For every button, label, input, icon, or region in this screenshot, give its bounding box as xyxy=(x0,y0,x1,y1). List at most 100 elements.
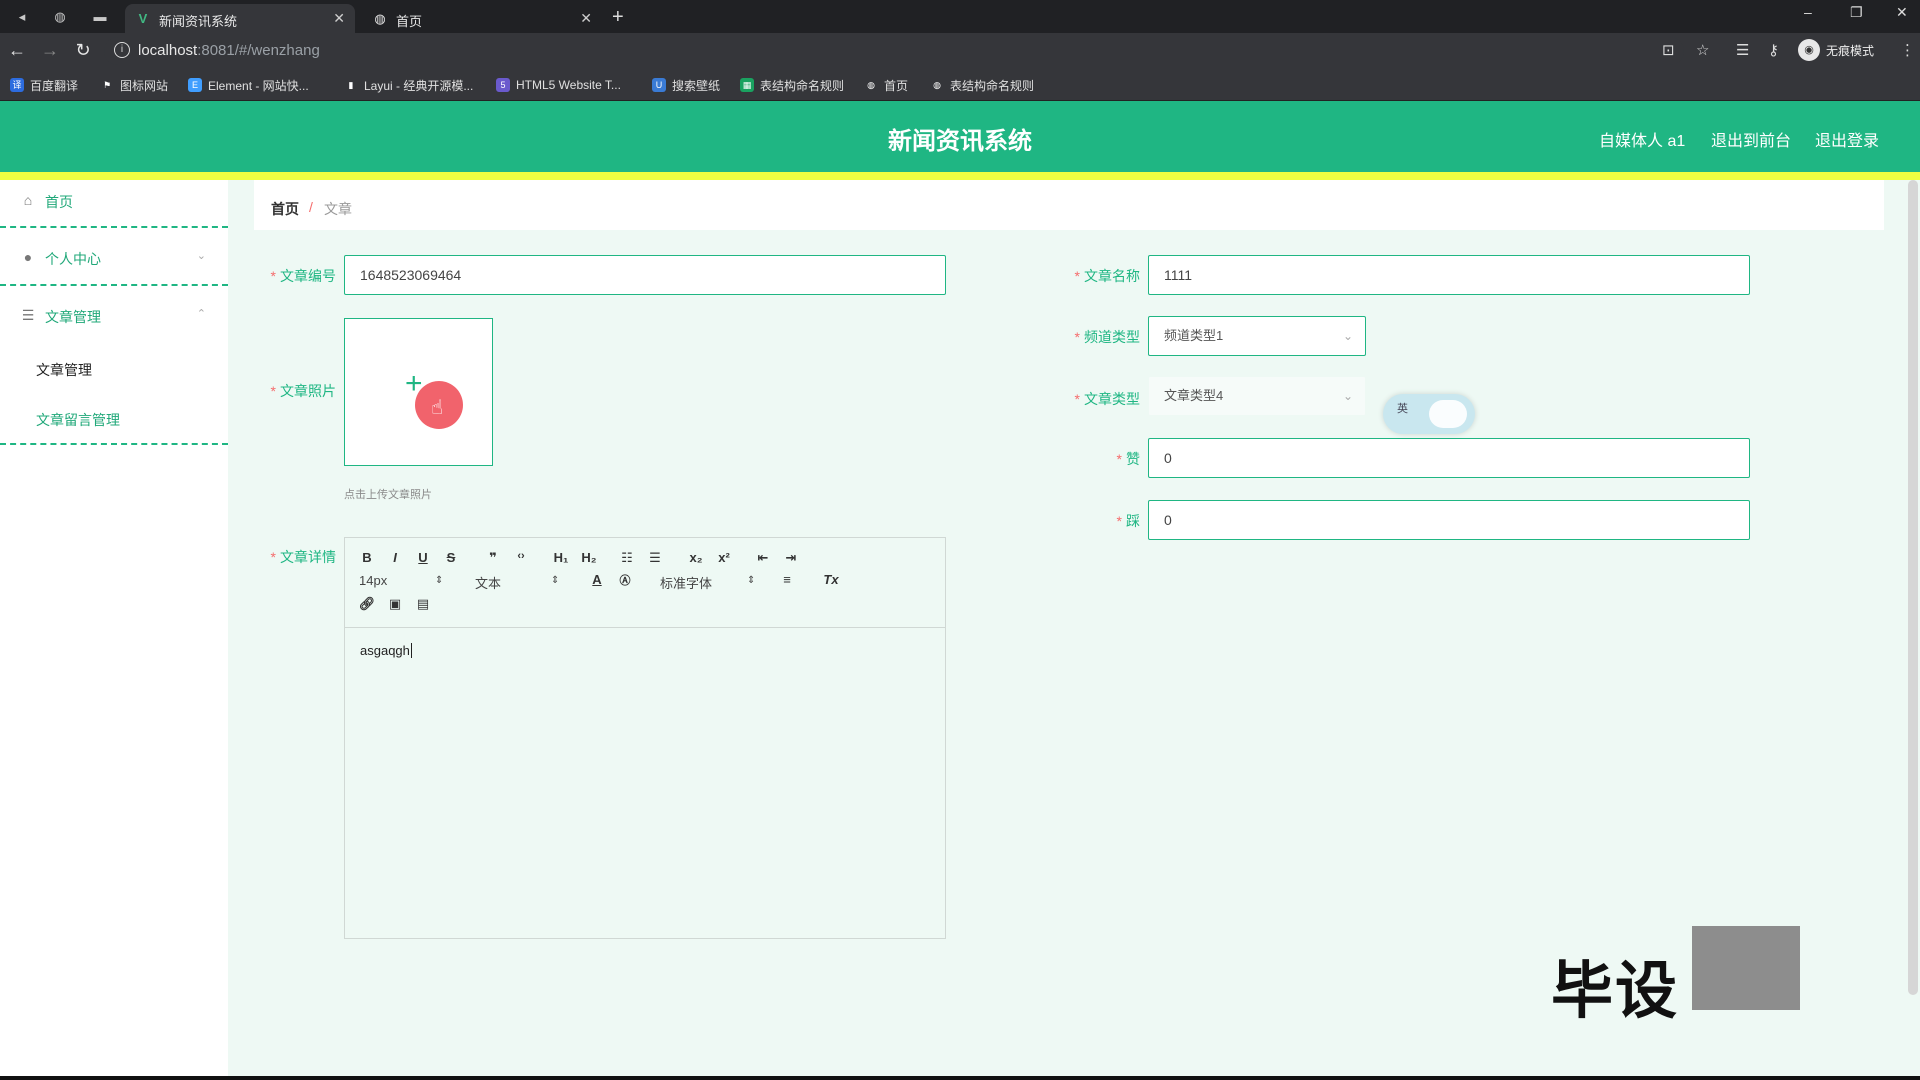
restore-icon[interactable]: ❐ xyxy=(1850,4,1863,21)
blockquote-icon[interactable]: ❞ xyxy=(483,550,503,566)
bookmark-item[interactable]: 译百度翻译 xyxy=(10,77,78,93)
globe-icon[interactable]: ◍ xyxy=(50,7,70,27)
ordered-list-icon[interactable]: ☷ xyxy=(617,550,637,566)
bookmark-item[interactable]: ▮ Layui - 经典开源模... xyxy=(344,77,474,93)
sidebar-item-label: 文章管理 xyxy=(45,309,101,325)
new-tab-button[interactable]: + xyxy=(612,6,624,29)
browser-tab-bar: ◂ ◍ ▬ V 新闻资讯系统 ✕ ◍ 首页 ✕ + – ❐ ✕ xyxy=(0,0,1920,33)
ime-indicator[interactable]: 英 xyxy=(1383,394,1475,434)
bookmarks-bar: 译百度翻译 ⚑ 图标网站 E Element - 网站快... ▮ Layui - 经… xyxy=(0,69,1920,101)
image-icon[interactable]: ▣ xyxy=(385,596,405,612)
sidebar-item-personal[interactable]: ● 个人中心 ⌄ xyxy=(0,249,228,305)
audio-icon[interactable]: ◂ xyxy=(12,7,32,27)
photo-upload[interactable]: + ☝ xyxy=(344,318,493,466)
h1-icon[interactable]: H₁ xyxy=(549,550,573,565)
detail-label: * 文章详情 xyxy=(270,549,336,565)
breadcrumb-current: 文章 xyxy=(324,201,352,217)
bookmark-item[interactable]: 5 HTML5 Website T... xyxy=(496,77,621,93)
font-color-icon[interactable]: A xyxy=(587,572,607,587)
chevron-down-icon: ⌄ xyxy=(1342,329,1353,343)
article-no-input[interactable]: 1648523069464 xyxy=(344,255,946,295)
hand-cursor-icon: ☝ xyxy=(431,397,444,419)
superscript-icon[interactable]: x² xyxy=(713,550,735,565)
sidebar-item-home[interactable]: ⌂ 首页 xyxy=(0,192,228,248)
breadcrumb-separator: / xyxy=(309,199,313,215)
reading-list-icon[interactable]: ☰ xyxy=(1736,41,1749,59)
forward-icon[interactable]: → xyxy=(39,40,61,61)
bookmark-star-icon[interactable]: ☆ xyxy=(1696,41,1709,59)
font-family-select[interactable]: 标准字体 ⇕ xyxy=(660,573,755,592)
submenu-item-comments[interactable]: 文章留言管理 xyxy=(36,410,120,430)
tab-close-icon[interactable]: ✕ xyxy=(580,10,592,27)
video-icon[interactable]: ▤ xyxy=(413,596,433,612)
incognito-indicator[interactable]: ◉ 无痕模式 xyxy=(1798,38,1874,62)
align-icon[interactable]: ≡ xyxy=(777,572,797,587)
dislike-input[interactable]: 0 xyxy=(1148,500,1750,540)
indent-icon[interactable]: ⇥ xyxy=(781,550,801,566)
address-bar[interactable]: i localhost:8081/#/wenzhang xyxy=(104,37,1684,65)
subscript-icon[interactable]: x₂ xyxy=(685,550,707,565)
tab-group-icon[interactable]: ▬ xyxy=(90,7,110,27)
browser-tab[interactable]: ◍ 首页 ✕ xyxy=(362,4,602,33)
breadcrumb-home[interactable]: 首页 xyxy=(271,199,299,219)
clear-format-icon[interactable]: Tx xyxy=(821,572,841,587)
italic-icon[interactable]: I xyxy=(385,550,405,565)
globe-icon: ◍ xyxy=(374,11,386,26)
bottom-edge xyxy=(0,1076,1920,1080)
link-icon[interactable]: 🔗︎ xyxy=(357,596,377,612)
strike-icon[interactable]: S xyxy=(441,550,461,565)
watermark-text: 毕设 xyxy=(1551,957,1680,1026)
minimize-icon[interactable]: – xyxy=(1804,4,1812,20)
font-size-select[interactable]: 14px ⇕ xyxy=(359,573,443,588)
incognito-icon: ◉ xyxy=(1798,39,1820,61)
article-name-input[interactable]: 1111 xyxy=(1148,255,1750,295)
bookmark-item[interactable]: ▦ 表结构命名规则 xyxy=(740,77,844,93)
chevron-up-icon: ⌃ xyxy=(196,308,206,320)
bookmark-item[interactable]: ⚑ 图标网站 xyxy=(100,77,168,93)
channel-select[interactable]: 频道类型1 ⌄ xyxy=(1148,316,1366,356)
divider xyxy=(0,284,228,286)
outdent-icon[interactable]: ⇤ xyxy=(753,550,773,566)
translate-icon[interactable]: ⊡ xyxy=(1662,41,1675,59)
browser-toolbar: ← → ↻ i localhost:8081/#/wenzhang ⊡ ☆ ☰ … xyxy=(0,33,1920,69)
current-user: 自媒体人 a1 xyxy=(1599,133,1686,150)
url-text[interactable]: localhost:8081/#/wenzhang xyxy=(138,42,320,59)
bookmark-item[interactable]: U 搜索壁纸 xyxy=(652,77,720,93)
dislike-label: * 踩 xyxy=(1116,513,1140,529)
globe-icon: ◍ xyxy=(933,80,941,90)
exit-to-front-link[interactable]: 退出到前台 xyxy=(1711,127,1791,151)
key-icon[interactable]: ⚷ xyxy=(1768,41,1779,59)
reload-icon[interactable]: ↻ xyxy=(72,40,94,61)
browser-tab-active[interactable]: V 新闻资讯系统 ✕ xyxy=(125,4,355,33)
tab-close-icon[interactable]: ✕ xyxy=(333,10,345,27)
type-select[interactable]: 文章类型4 ⌄ xyxy=(1148,376,1366,416)
underline-icon[interactable]: U xyxy=(413,550,433,565)
type-label: * 文章类型 xyxy=(1074,391,1140,407)
rich-text-editor: B I U S ❞ ‹› H₁ H₂ ☷ ☰ x₂ x² ⇤ ⇥ 14px ⇕ 文… xyxy=(344,537,946,939)
heading-select[interactable]: 文本 ⇕ xyxy=(475,573,559,592)
like-input[interactable]: 0 xyxy=(1148,438,1750,478)
upload-hint: 点击上传文章照片 xyxy=(344,489,432,501)
back-icon[interactable]: ← xyxy=(6,40,28,61)
sidebar-item-article-mgmt[interactable]: ☰ 文章管理 ⌃ xyxy=(0,307,228,363)
editor-content[interactable]: asgaqgh xyxy=(360,643,412,658)
site-info-icon[interactable]: i xyxy=(114,42,130,58)
bullet-list-icon[interactable]: ☰ xyxy=(645,550,665,566)
bookmark-item[interactable]: E Element - 网站快... xyxy=(188,77,309,93)
close-window-icon[interactable]: ✕ xyxy=(1896,4,1908,21)
submenu-item-articles[interactable]: 文章管理 xyxy=(36,360,92,380)
bookmark-item[interactable]: ◍ 表结构命名规则 xyxy=(930,77,1034,93)
bookmark-item[interactable]: ◍ 首页 xyxy=(864,77,908,93)
sliders-icon: ☰ xyxy=(21,307,35,323)
app-header: 新闻资讯系统 自媒体人 a1 退出到前台 退出登录 xyxy=(0,101,1920,172)
background-color-icon[interactable]: Ⓐ xyxy=(615,572,635,588)
ime-label: 英 xyxy=(1397,403,1408,415)
baidu-translate-icon: 译 xyxy=(10,78,24,92)
code-icon[interactable]: ‹› xyxy=(511,550,531,562)
h2-icon[interactable]: H₂ xyxy=(577,550,601,565)
bold-icon[interactable]: B xyxy=(357,550,377,565)
page-scrollbar[interactable] xyxy=(1908,180,1918,995)
menu-kebab-icon[interactable]: ⋮ xyxy=(1900,41,1915,59)
logout-link[interactable]: 退出登录 xyxy=(1815,127,1879,151)
divider xyxy=(0,443,228,445)
